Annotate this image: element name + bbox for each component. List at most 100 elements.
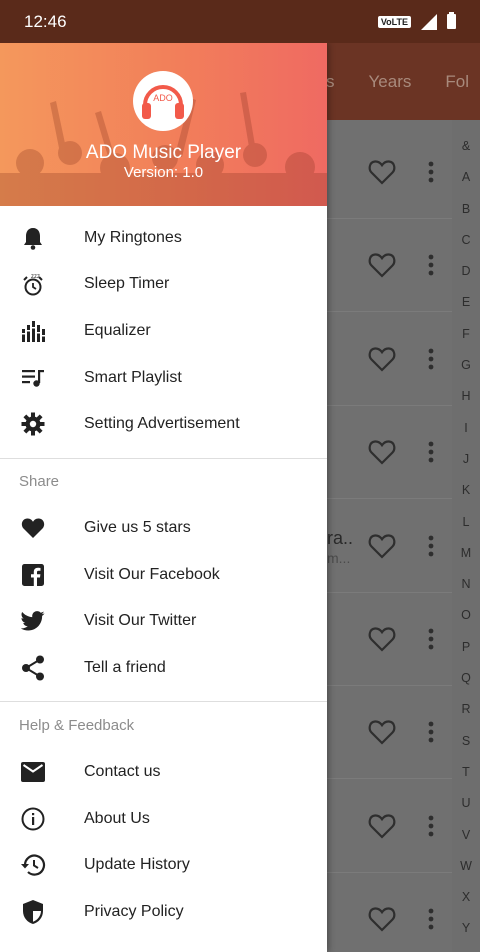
menu-item-about-us[interactable]: About Us (0, 796, 327, 842)
section-title-share: Share (19, 473, 60, 490)
alphabet-letter[interactable]: C (461, 230, 470, 261)
favorite-heart-icon[interactable] (368, 626, 396, 652)
favorite-heart-icon[interactable] (368, 159, 396, 185)
more-options-icon[interactable] (426, 161, 436, 183)
alphabet-letter[interactable]: T (462, 762, 470, 793)
heart-icon (20, 515, 46, 541)
alphabet-index[interactable]: & A B C D E F G H I J K L M N O P Q R S T U V W X Y (452, 120, 480, 952)
alphabet-letter[interactable]: V (462, 825, 470, 856)
alphabet-letter[interactable]: F (462, 324, 470, 355)
alphabet-letter[interactable]: B (462, 199, 470, 230)
more-options-icon[interactable] (426, 815, 436, 837)
menu-item-equalizer[interactable]: Equalizer (0, 308, 327, 354)
alphabet-letter[interactable]: A (462, 167, 470, 198)
battery-icon (447, 12, 456, 29)
alphabet-letter[interactable]: S (462, 731, 470, 762)
menu-item-update-history[interactable]: Update History (0, 842, 327, 888)
alphabet-letter[interactable]: K (462, 480, 470, 511)
tab-years[interactable]: Years (369, 72, 412, 92)
app-tabs: s Years Fol (326, 43, 480, 120)
favorite-heart-icon[interactable] (368, 346, 396, 372)
bell-icon (20, 225, 46, 251)
facebook-icon (20, 562, 46, 588)
drawer-header: ADO ADO Music Player Version: 1.0 (0, 43, 327, 206)
twitter-icon (20, 608, 46, 634)
shield-icon (20, 899, 46, 925)
menu-item-smart-playlist[interactable]: Smart Playlist (0, 355, 327, 401)
status-icons: VoLTE (377, 12, 456, 30)
tab-partial[interactable]: s (326, 72, 335, 92)
alphabet-letter[interactable]: U (461, 793, 470, 824)
menu-item-label: About Us (84, 810, 150, 827)
favorite-heart-icon[interactable] (368, 906, 396, 932)
menu-item-setting-advertisement[interactable]: Setting Advertisement (0, 401, 327, 447)
favorite-heart-icon[interactable] (368, 439, 396, 465)
more-options-icon[interactable] (426, 535, 436, 557)
song-title: ra.. (327, 527, 354, 548)
section-title-help-feedback: Help & Feedback (19, 717, 135, 734)
menu-item-visit-twitter[interactable]: Visit Our Twitter (0, 598, 327, 644)
alphabet-letter[interactable]: G (461, 355, 471, 386)
more-options-icon[interactable] (426, 254, 436, 276)
favorite-heart-icon[interactable] (368, 533, 396, 559)
favorite-heart-icon[interactable] (368, 252, 396, 278)
app-version: Version: 1.0 (123, 164, 204, 181)
menu-item-label: Setting Advertisement (84, 415, 240, 432)
history-icon (20, 852, 46, 878)
menu-item-label: Visit Our Facebook (84, 566, 220, 583)
more-options-icon[interactable] (426, 348, 436, 370)
menu-item-label: Give us 5 stars (84, 519, 191, 536)
alphabet-letter[interactable]: L (463, 512, 470, 543)
menu-item-label: My Ringtones (84, 229, 182, 246)
alphabet-letter[interactable]: W (460, 856, 472, 887)
gear-icon (20, 411, 46, 437)
alarm-clock-icon: zzz (20, 271, 46, 297)
status-bar: 12:46 VoLTE (0, 0, 480, 43)
menu-item-tell-a-friend[interactable]: Tell a friend (0, 645, 327, 691)
alphabet-letter[interactable]: I (464, 418, 467, 449)
alphabet-letter[interactable]: O (461, 605, 471, 636)
app-name: ADO Music Player (85, 142, 242, 163)
signal-icon (421, 13, 437, 30)
more-options-icon[interactable] (426, 908, 436, 930)
alphabet-letter[interactable]: J (463, 449, 469, 480)
alphabet-letter[interactable]: R (461, 699, 470, 730)
menu-item-contact-us[interactable]: Contact us (0, 749, 327, 795)
more-options-icon[interactable] (426, 628, 436, 650)
menu-item-visit-facebook[interactable]: Visit Our Facebook (0, 552, 327, 598)
alphabet-letter[interactable]: Y (462, 918, 470, 949)
status-time: 12:46 (24, 11, 67, 31)
tab-folders[interactable]: Fol (445, 72, 469, 92)
menu-item-label: Equalizer (84, 322, 151, 339)
divider (0, 701, 327, 702)
mail-icon (20, 759, 46, 785)
alphabet-letter[interactable]: Q (461, 668, 471, 699)
share-icon (20, 655, 46, 681)
headphones-logo-icon: ADO (142, 85, 184, 119)
divider (0, 458, 327, 459)
alphabet-letter[interactable]: P (462, 637, 470, 668)
more-options-icon[interactable] (426, 441, 436, 463)
alphabet-letter[interactable]: H (461, 386, 470, 417)
alphabet-letter[interactable]: M (461, 543, 471, 574)
alphabet-letter[interactable]: X (462, 887, 470, 918)
favorite-heart-icon[interactable] (368, 813, 396, 839)
menu-item-label: Sleep Timer (84, 275, 170, 292)
menu-item-my-ringtones[interactable]: My Ringtones (0, 215, 327, 261)
favorite-heart-icon[interactable] (368, 719, 396, 745)
navigation-drawer: ADO ADO Music Player Version: 1.0 My Rin… (0, 43, 327, 952)
equalizer-icon (20, 318, 46, 344)
info-icon (20, 806, 46, 832)
more-options-icon[interactable] (426, 721, 436, 743)
menu-item-label: Smart Playlist (84, 369, 182, 386)
alphabet-letter[interactable]: E (462, 292, 470, 323)
menu-item-privacy-policy[interactable]: Privacy Policy (0, 889, 327, 935)
svg-text:ADO: ADO (153, 93, 173, 103)
alphabet-letter[interactable]: & (462, 136, 470, 167)
menu-item-give-5-stars[interactable]: Give us 5 stars (0, 505, 327, 551)
alphabet-letter[interactable]: D (461, 261, 470, 292)
alphabet-letter[interactable]: N (461, 574, 470, 605)
menu-item-label: Update History (84, 856, 190, 873)
menu-item-label: Visit Our Twitter (84, 612, 197, 629)
menu-item-sleep-timer[interactable]: zzz Sleep Timer (0, 261, 327, 307)
